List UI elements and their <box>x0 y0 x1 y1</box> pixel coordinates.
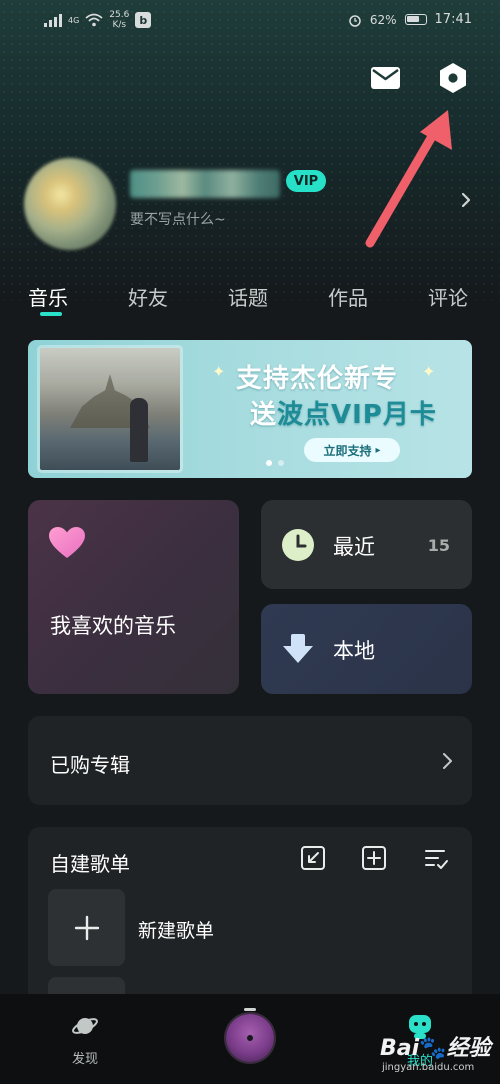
username-blurred[interactable] <box>130 170 280 198</box>
tab-bar: 音乐 好友 话题 作品 评论 <box>0 282 500 322</box>
app-notification-icon: b <box>135 12 152 28</box>
tab-topics[interactable]: 话题 <box>228 282 268 311</box>
now-playing-disc[interactable] <box>226 1014 274 1062</box>
chevron-right-icon[interactable] <box>460 191 472 209</box>
alarm-icon <box>349 14 361 27</box>
watermark: Bai🐾经验 jingyan.baidu.com <box>380 1022 498 1082</box>
status-bar: 4G 25.6 K/s b 62% 17:41 <box>0 0 500 40</box>
sparkle-icon: ✦ <box>212 362 226 381</box>
chevron-right-icon <box>443 753 452 769</box>
import-icon[interactable] <box>300 845 326 871</box>
album-person <box>130 398 148 462</box>
recent-count: 15 <box>427 536 450 555</box>
clock-time: 17:41 <box>434 12 472 27</box>
nav-discover[interactable]: 发现 <box>60 1012 110 1067</box>
player-needle <box>244 1008 256 1011</box>
support-now-button[interactable]: 立即支持 ▸ <box>304 438 400 462</box>
sparkle-icon: ✦ <box>422 362 436 381</box>
watermark-logo: Bai🐾经验 <box>380 1036 491 1061</box>
battery-icon <box>404 14 427 25</box>
tab-comments[interactable]: 评论 <box>428 282 468 311</box>
album-cover <box>40 348 180 470</box>
favorites-label: 我喜欢的音乐 <box>50 614 176 638</box>
avatar[interactable] <box>24 158 116 250</box>
banner-subheadline: 送波点VIP月卡 <box>250 400 437 430</box>
vip-badge[interactable]: VIP <box>286 170 326 192</box>
watermark-url: jingyan.baidu.com <box>382 1062 475 1073</box>
playlists-title: 自建歌单 <box>50 852 130 876</box>
network-speed: 25.6 K/s <box>109 10 130 30</box>
new-playlist-label[interactable]: 新建歌单 <box>138 916 214 943</box>
purchased-albums-row[interactable]: 已购专辑 <box>28 716 472 805</box>
banner-dot <box>266 460 272 466</box>
banner-dot <box>278 460 284 466</box>
status-left: 4G 25.6 K/s b <box>44 10 152 30</box>
new-playlist-button[interactable] <box>48 889 125 966</box>
promo-banner[interactable]: ✦ ✦ 支持杰伦新专 送波点VIP月卡 立即支持 ▸ <box>28 340 472 478</box>
recent-label: 最近 <box>333 535 375 559</box>
settings-icon[interactable] <box>438 62 468 94</box>
planet-icon <box>72 1018 98 1034</box>
banner-headline: 支持杰伦新专 <box>236 364 399 394</box>
plus-icon <box>74 915 99 940</box>
disc-center <box>247 1035 253 1041</box>
signal-icon <box>44 13 62 27</box>
local-label: 本地 <box>333 639 375 663</box>
network-type: 4G <box>68 15 80 25</box>
status-right: 62% 17:41 <box>348 12 472 27</box>
profile-bio[interactable]: 要不写点什么~ <box>130 209 226 229</box>
recent-card[interactable]: 最近 15 <box>261 500 472 589</box>
clock-icon <box>282 529 314 561</box>
add-playlist-icon[interactable] <box>361 845 387 871</box>
favorites-card[interactable]: 我喜欢的音乐 <box>28 500 239 694</box>
banner-pagination <box>266 460 284 466</box>
sort-list-icon[interactable] <box>423 846 449 872</box>
tab-indicator <box>40 312 62 316</box>
local-card[interactable]: 本地 <box>261 604 472 694</box>
mail-icon[interactable] <box>370 66 401 90</box>
battery-percent: 62% <box>369 12 397 27</box>
wifi-icon <box>85 13 103 27</box>
heart-icon <box>49 527 85 558</box>
purchased-albums-label: 已购专辑 <box>50 753 130 777</box>
download-icon <box>283 634 313 663</box>
tab-works[interactable]: 作品 <box>328 282 368 311</box>
tab-music[interactable]: 音乐 <box>28 282 68 311</box>
nav-discover-label: 发现 <box>71 1052 98 1067</box>
tab-friends[interactable]: 好友 <box>128 282 168 311</box>
annotation-arrow <box>365 110 452 248</box>
